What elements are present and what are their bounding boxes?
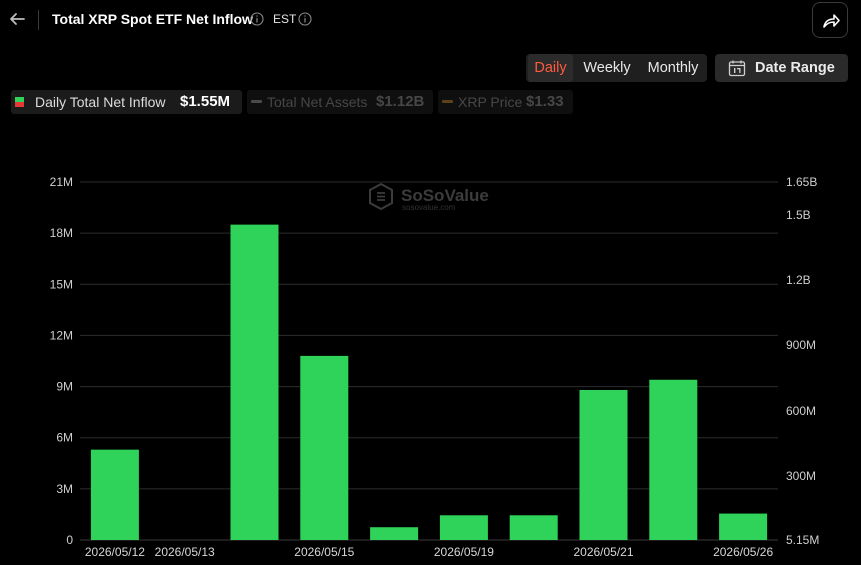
inflow-bar[interactable] [579, 389, 628, 540]
y-tick-label: 3M [56, 482, 73, 496]
legend-daily-net-inflow[interactable]: Daily Total Net Inflow $1.55M [11, 90, 242, 114]
line-swatch-icon [251, 100, 262, 103]
calendar-icon [728, 60, 746, 77]
y2-tick-label: 5.15M [786, 533, 819, 547]
inflow-bar[interactable] [649, 379, 698, 540]
bars [90, 224, 768, 540]
share-button[interactable] [812, 2, 848, 38]
y-tick-label: 21M [50, 175, 73, 189]
line-swatch-icon [442, 100, 453, 103]
header-divider [38, 10, 39, 30]
info-icon[interactable] [250, 12, 264, 26]
inflow-bar[interactable] [439, 515, 488, 540]
watermark-url: sosovalue.com [402, 203, 456, 212]
date-range-button[interactable]: Date Range [715, 54, 848, 82]
legend-label: XRP Price [458, 94, 523, 110]
date-range-label: Date Range [755, 60, 835, 76]
sosovalue-watermark: SoSoValue sosovalue.com [369, 182, 489, 212]
y-axis-right: 5.15M 300M 600M 900M 1.2B 1.5B 1.65B [786, 175, 819, 547]
y2-tick-label: 900M [786, 338, 816, 352]
legend-xrp-price[interactable]: XRP Price $1.33 [438, 90, 573, 114]
back-arrow-icon[interactable] [6, 8, 28, 30]
toggle-daily[interactable]: Daily [528, 54, 573, 82]
y-tick-label: 6M [56, 431, 73, 445]
header: Total XRP Spot ETF Net Inflow EST [0, 0, 861, 40]
legend-value: $1.33 [526, 93, 564, 110]
y-tick-label: 9M [56, 380, 73, 394]
y2-tick-label: 1.65B [786, 175, 817, 189]
bar-swatch-icon [15, 97, 24, 107]
timezone-label: EST [273, 12, 297, 26]
y-axis-left: 0 3M 6M 9M 12M 15M 18M 21M [50, 175, 74, 547]
y2-tick-label: 600M [786, 404, 816, 418]
y2-tick-label: 1.5B [786, 208, 811, 222]
y-tick-label: 0 [66, 533, 73, 547]
sosovalue-logo-icon [369, 182, 393, 211]
net-inflow-chart: SoSoValue sosovalue.com 0 3M 6M 9M 12M 15M 18M… [50, 175, 820, 559]
x-tick-label: 2026/05/15 [294, 545, 354, 559]
share-icon [823, 14, 840, 28]
y2-tick-label: 300M [786, 469, 816, 483]
legend-value: $1.12B [376, 93, 425, 110]
timezone-info-icon[interactable] [298, 12, 312, 26]
legend-label: Total Net Assets [267, 94, 368, 110]
page-title: Total XRP Spot ETF Net Inflow [52, 11, 253, 27]
inflow-bar[interactable] [90, 449, 139, 540]
inflow-bar[interactable] [300, 355, 349, 540]
period-toggle: Daily Weekly Monthly [526, 54, 707, 82]
x-axis: 2026/05/12 2026/05/13 2026/05/15 2026/05/19… [85, 545, 774, 559]
y-tick-label: 15M [50, 277, 73, 291]
toggle-monthly[interactable]: Monthly [641, 54, 705, 82]
inflow-bar[interactable] [509, 515, 558, 540]
y-tick-label: 18M [50, 226, 73, 240]
y2-tick-label: 1.2B [786, 273, 811, 287]
toggle-weekly[interactable]: Weekly [577, 54, 637, 82]
legend-total-net-assets[interactable]: Total Net Assets $1.12B [247, 90, 433, 114]
legend-label: Daily Total Net Inflow [35, 94, 166, 110]
y-tick-label: 12M [50, 328, 73, 342]
inflow-bar[interactable] [230, 224, 279, 540]
x-tick-label: 2026/05/12 [85, 545, 145, 559]
legend-value: $1.55M [180, 93, 231, 110]
x-tick-label: 2026/05/19 [434, 545, 494, 559]
inflow-bar[interactable] [719, 513, 768, 540]
x-tick-label: 2026/05/21 [573, 545, 633, 559]
x-tick-label: 2026/05/26 [713, 545, 773, 559]
x-tick-label: 2026/05/13 [155, 545, 215, 559]
inflow-bar[interactable] [370, 527, 419, 540]
